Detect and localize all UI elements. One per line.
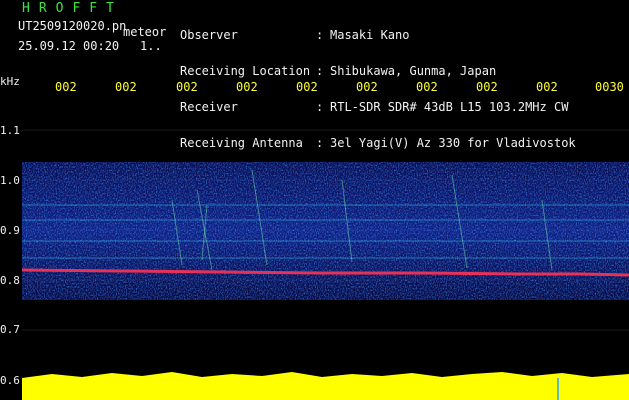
freq-tick-1-0: 1.0 bbox=[0, 174, 20, 187]
spectrogram bbox=[22, 129, 629, 400]
axis-unit-label: kHz bbox=[0, 75, 20, 88]
freq-tick-0-6: 0.6 bbox=[0, 374, 20, 387]
freq-tick-1-1: 1.1 bbox=[0, 124, 20, 137]
amplitude-peaks bbox=[22, 372, 629, 400]
freq-tick-0-8: 0.8 bbox=[0, 274, 20, 287]
noise-texture bbox=[22, 162, 629, 300]
freq-tick-0-9: 0.9 bbox=[0, 224, 20, 237]
freq-tick-0-7: 0.7 bbox=[0, 323, 20, 336]
frequency-axis: kHz 1.1 1.0 0.9 0.8 0.7 0.6 bbox=[0, 0, 22, 400]
